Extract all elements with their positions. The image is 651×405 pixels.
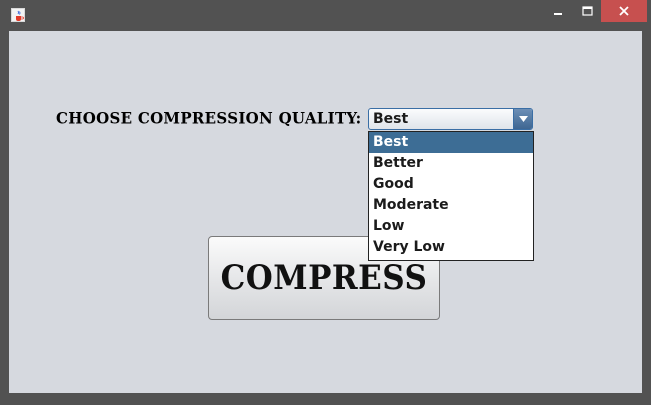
- option-better[interactable]: Better: [369, 153, 533, 174]
- quality-label: CHOOSE COMPRESSION QUALITY:: [56, 108, 362, 128]
- chevron-down-icon: [518, 116, 528, 122]
- option-good[interactable]: Good: [369, 174, 533, 195]
- title-bar[interactable]: [0, 0, 651, 31]
- java-cup-icon: [11, 8, 25, 22]
- dropdown-arrow-button[interactable]: [513, 109, 532, 129]
- close-icon: [619, 6, 629, 16]
- quality-dropdown-list: Best Better Good Moderate Low Very Low: [368, 131, 534, 261]
- content-panel: CHOOSE COMPRESSION QUALITY: Best COMPRES…: [9, 31, 642, 393]
- option-best[interactable]: Best: [369, 132, 533, 153]
- quality-select-value: Best: [373, 111, 409, 127]
- option-low[interactable]: Low: [369, 216, 533, 237]
- maximize-button[interactable]: [572, 0, 602, 22]
- window-bottom-border: [0, 393, 651, 405]
- quality-select[interactable]: Best: [368, 108, 533, 130]
- option-very-low[interactable]: Very Low: [369, 237, 533, 258]
- compress-button-label: COMPRESS: [220, 258, 428, 298]
- minimize-button[interactable]: [542, 0, 574, 22]
- option-moderate[interactable]: Moderate: [369, 195, 533, 216]
- maximize-icon: [581, 6, 593, 16]
- close-button[interactable]: [601, 0, 647, 22]
- minimize-icon: [554, 13, 562, 15]
- app-window: CHOOSE COMPRESSION QUALITY: Best COMPRES…: [0, 0, 651, 405]
